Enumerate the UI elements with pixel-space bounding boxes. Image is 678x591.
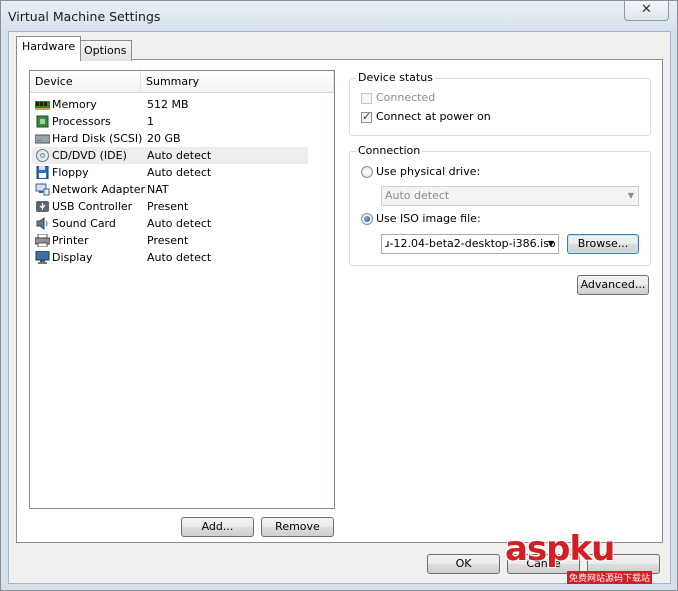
device-name: CD/DVD (IDE) xyxy=(52,149,127,162)
iso-path-value: ɹ-12.04-beta2-desktop-i386.iso xyxy=(385,237,556,250)
chevron-down-icon: ▼ xyxy=(627,191,634,200)
remove-button[interactable]: Remove xyxy=(261,517,334,537)
checkmark-icon: ✓ xyxy=(362,110,372,123)
list-item[interactable]: Sound Card Auto detect xyxy=(32,215,308,232)
device-name: Memory xyxy=(52,98,97,111)
device-summary: Auto detect xyxy=(147,149,212,162)
iso-image-label: Use ISO image file: xyxy=(376,212,481,225)
device-status-label: Device status xyxy=(356,71,435,84)
device-summary: 512 MB xyxy=(147,98,189,111)
add-button[interactable]: Add... xyxy=(181,517,254,537)
processor-icon xyxy=(36,115,49,128)
display-icon xyxy=(35,251,50,264)
device-summary: Auto detect xyxy=(147,217,212,230)
connect-at-power-on-checkbox[interactable]: ✓ xyxy=(361,110,372,123)
advanced-button[interactable]: Advanced... xyxy=(577,275,649,295)
device-name: Floppy xyxy=(52,166,89,179)
printer-icon xyxy=(35,234,50,247)
device-name: Printer xyxy=(52,234,89,247)
tab-hardware[interactable]: Hardware xyxy=(16,36,82,61)
title-bar[interactable]: Virtual Machine Settings ✕ xyxy=(1,1,677,31)
iso-image-radio[interactable] xyxy=(361,213,373,225)
device-name: USB Controller xyxy=(52,200,133,213)
device-name: Display xyxy=(52,251,93,264)
physical-drive-label: Use physical drive: xyxy=(376,165,481,178)
connected-label: Connected xyxy=(376,91,436,104)
device-name: Processors xyxy=(52,115,111,128)
connected-checkbox[interactable] xyxy=(361,93,372,104)
window-title: Virtual Machine Settings xyxy=(8,9,161,24)
vm-settings-window: Virtual Machine Settings ✕ Hardware Opti… xyxy=(0,0,678,591)
column-header-device[interactable]: Device xyxy=(30,71,141,93)
physical-drive-radio[interactable] xyxy=(361,166,373,178)
list-item-selected[interactable]: CD/DVD (IDE) Auto detect xyxy=(32,147,308,164)
watermark-logo: aspku 免费网站源码下载站 xyxy=(505,529,675,587)
floppy-icon xyxy=(36,166,49,179)
cd-dvd-icon xyxy=(36,149,49,162)
browse-button[interactable]: Browse... xyxy=(567,234,639,254)
device-list[interactable]: Device Summary Memory 512 MB Processors … xyxy=(29,70,335,509)
device-summary: Auto detect xyxy=(147,251,212,264)
tab-options[interactable]: Options xyxy=(78,40,133,61)
column-header-summary[interactable]: Summary xyxy=(141,71,334,93)
close-button[interactable]: ✕ xyxy=(624,1,669,21)
list-item[interactable]: Network Adapter NAT xyxy=(32,181,308,198)
device-summary: 1 xyxy=(147,115,154,128)
device-summary: Present xyxy=(147,200,189,213)
list-header: Device Summary xyxy=(30,71,334,93)
list-item[interactable]: Memory 512 MB xyxy=(32,96,308,113)
close-icon: ✕ xyxy=(641,2,652,17)
watermark-text: aspku xyxy=(505,529,615,569)
device-name: Hard Disk (SCSI) xyxy=(52,132,143,145)
ok-button[interactable]: OK xyxy=(427,554,500,574)
device-status-group: Device status Connected ✓ Connect at pow… xyxy=(349,71,651,136)
device-summary: NAT xyxy=(147,183,169,196)
watermark-subtext: 免费网站源码下载站 xyxy=(567,571,653,584)
device-summary: Auto detect xyxy=(147,166,212,179)
list-item[interactable]: Printer Present xyxy=(32,232,308,249)
connect-at-power-on-label: Connect at power on xyxy=(376,110,491,123)
physical-drive-dropdown[interactable]: Auto detect ▼ xyxy=(381,186,639,206)
network-adapter-icon xyxy=(35,183,50,196)
dialog-body: Hardware Options Device Summary Memory 5… xyxy=(8,31,671,584)
device-name: Network Adapter xyxy=(52,183,146,196)
list-item[interactable]: Hard Disk (SCSI) 20 GB xyxy=(32,130,308,147)
device-summary: Present xyxy=(147,234,189,247)
radio-selected-dot xyxy=(364,216,370,222)
memory-icon xyxy=(35,101,50,110)
list-item[interactable]: Floppy Auto detect xyxy=(32,164,308,181)
list-item[interactable]: Processors 1 xyxy=(32,113,308,130)
list-item[interactable]: Display Auto detect xyxy=(32,249,308,266)
sound-card-icon xyxy=(36,217,48,230)
list-item[interactable]: USB Controller Present xyxy=(32,198,308,215)
connection-group: Connection Use physical drive: Auto dete… xyxy=(349,144,651,266)
usb-icon xyxy=(36,201,49,212)
iso-path-combobox[interactable]: ɹ-12.04-beta2-desktop-i386.iso ▼ xyxy=(381,234,559,254)
hard-disk-icon xyxy=(35,134,50,144)
connection-label: Connection xyxy=(356,144,423,157)
hardware-panel: Device Summary Memory 512 MB Processors … xyxy=(16,59,663,543)
physical-drive-value: Auto detect xyxy=(385,189,450,202)
device-name: Sound Card xyxy=(52,217,116,230)
device-summary: 20 GB xyxy=(147,132,181,145)
chevron-down-icon: ▼ xyxy=(547,239,554,248)
